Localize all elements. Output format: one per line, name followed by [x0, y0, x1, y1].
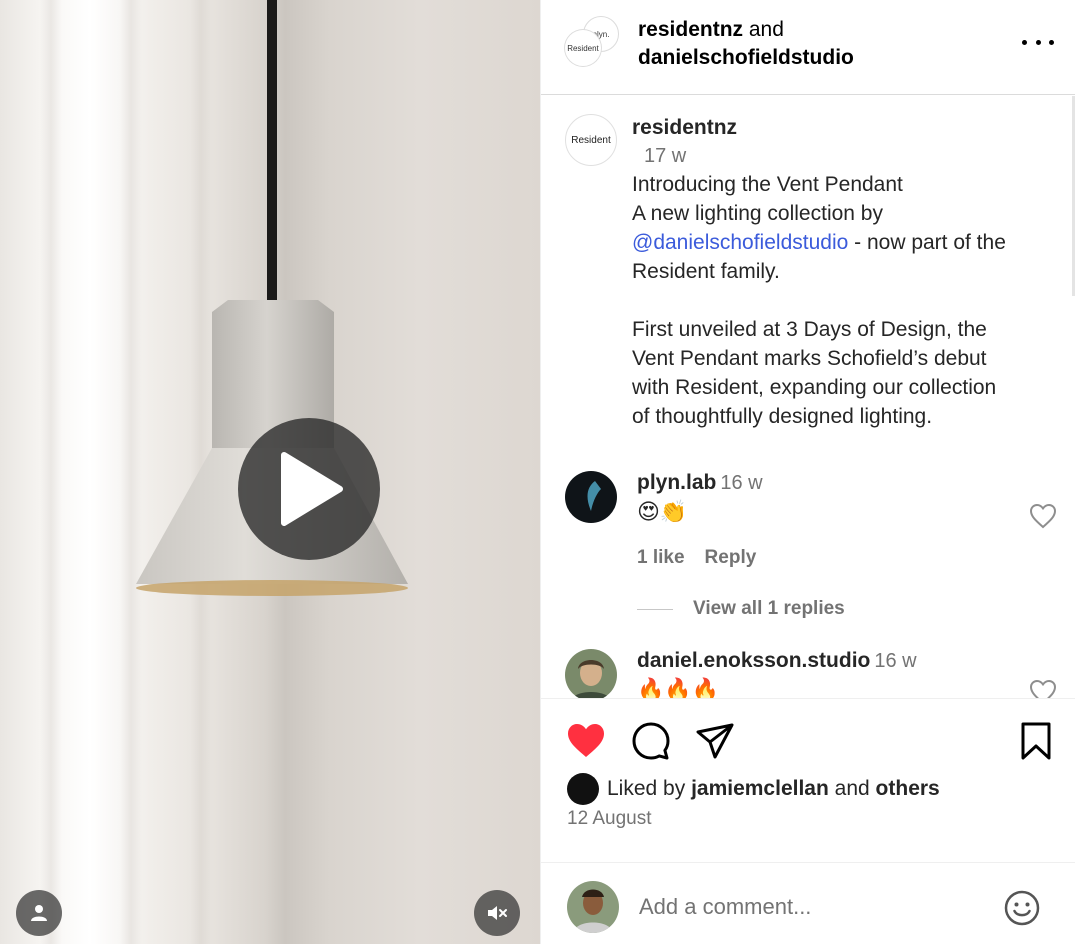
play-button[interactable]	[238, 418, 380, 560]
avatar	[567, 773, 599, 805]
reply-button[interactable]: Reply	[705, 547, 757, 569]
likes-prefix: Liked by	[607, 777, 686, 800]
mute-icon	[488, 906, 507, 920]
header-authors: residentnz and danielschofieldstudio	[638, 16, 854, 72]
avatar	[567, 881, 619, 933]
likes-and: and	[834, 777, 870, 800]
caption-line: - now part of the	[848, 231, 1006, 254]
mute-button[interactable]	[474, 890, 520, 936]
heart-icon[interactable]	[1029, 679, 1057, 698]
view-replies-button[interactable]: View all 1 replies	[637, 598, 845, 620]
caption-line: Introducing the Vent Pendant	[632, 173, 903, 196]
comment-actions: 1 like Reply	[637, 547, 1037, 569]
author-joiner: and	[748, 18, 784, 41]
heart-icon[interactable]	[565, 720, 607, 762]
more-icon	[1049, 39, 1054, 45]
post-viewer: plyn. Resident residentnz and danielscho…	[0, 0, 1075, 944]
caption-username[interactable]: residentnz	[632, 114, 1062, 142]
comment-time: 16 w	[874, 650, 917, 672]
comment-like-count[interactable]: 1 like	[637, 547, 685, 569]
smile-icon[interactable]	[1003, 889, 1041, 927]
avatar-image	[565, 649, 617, 698]
add-comment-bar	[541, 862, 1075, 944]
collab-avatars[interactable]: plyn. Resident	[565, 16, 621, 72]
liked-by-user[interactable]: jamiemclellan	[691, 777, 829, 801]
view-replies-label: View all 1 replies	[693, 598, 845, 619]
share-icon[interactable]	[694, 720, 736, 762]
post-header: plyn. Resident residentnz and danielscho…	[541, 0, 1075, 95]
action-bar	[541, 712, 1075, 768]
play-icon	[281, 452, 343, 526]
comment-text: 🔥🔥🔥	[637, 677, 720, 698]
more-icon	[1022, 39, 1027, 45]
avatar[interactable]: Resident	[565, 114, 617, 166]
comment-icon[interactable]	[630, 720, 672, 762]
bookmark-icon[interactable]	[1015, 720, 1057, 762]
likes-others[interactable]: others	[876, 777, 940, 801]
avatar-image	[565, 471, 617, 523]
comment-input[interactable]	[639, 891, 979, 923]
avatar[interactable]	[565, 649, 617, 698]
comment-username[interactable]: plyn.lab	[637, 471, 716, 494]
post-media[interactable]	[0, 0, 540, 944]
comments-list[interactable]: Resident residentnz 17 w Introducing the…	[541, 96, 1075, 698]
caption-line: A new lighting collection by	[632, 202, 883, 225]
comment-body: plyn.lab 16 w 😍👏 1 like Reply	[637, 471, 1037, 569]
caption-line: Resident family.	[632, 260, 780, 283]
caption-text: Introducing the Vent Pendant A new lighti…	[632, 170, 1062, 286]
comment-body: daniel.enoksson.studio 16 w 🔥🔥🔥	[637, 649, 1037, 698]
avatar[interactable]	[565, 471, 617, 523]
comment-text: 😍👏	[637, 499, 688, 524]
caption-body: residentnz 17 w Introducing the Vent Pen…	[632, 114, 1062, 431]
tagged-users-button[interactable]	[16, 890, 62, 936]
avatar: Resident	[565, 30, 601, 66]
divider	[637, 608, 673, 610]
mention-link[interactable]: @danielschofieldstudio	[632, 231, 848, 254]
comment-time: 16 w	[720, 472, 763, 494]
avatar-image	[567, 881, 619, 933]
comment-username[interactable]: daniel.enoksson.studio	[637, 649, 870, 672]
author-link-secondary[interactable]: danielschofieldstudio	[638, 46, 854, 69]
post-side-panel: plyn. Resident residentnz and danielscho…	[540, 0, 1075, 944]
caption-paragraph: First unveiled at 3 Days of Design, the …	[632, 318, 997, 428]
post-date: 12 August	[567, 808, 652, 829]
more-options-button[interactable]	[1022, 30, 1054, 54]
likes-summary[interactable]: Liked by jamiemclellan and others	[567, 772, 940, 806]
more-icon	[1035, 39, 1041, 45]
divider	[541, 698, 1075, 699]
author-link-primary[interactable]: residentnz	[638, 18, 743, 41]
heart-icon[interactable]	[1029, 503, 1057, 529]
user-icon	[31, 905, 47, 921]
caption-time: 17 w	[644, 145, 687, 167]
